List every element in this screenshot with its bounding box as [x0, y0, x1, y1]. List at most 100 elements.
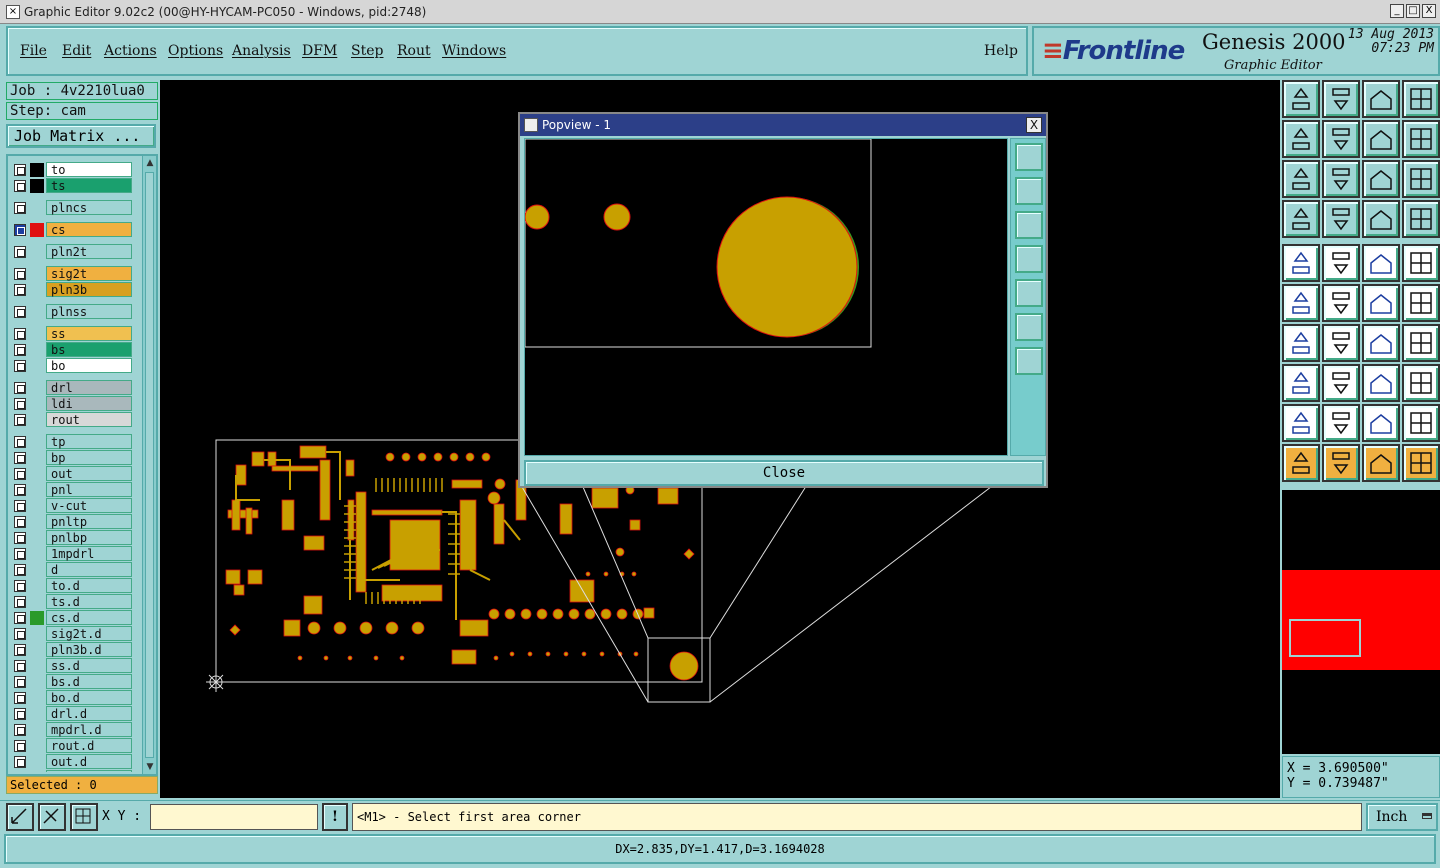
layer-name[interactable]: drl [46, 380, 132, 395]
layer-checkbox[interactable] [14, 306, 26, 318]
menu-help[interactable]: Help [984, 43, 1018, 59]
layer-color-swatch[interactable] [30, 179, 44, 193]
layer-color-swatch[interactable] [30, 675, 44, 689]
layer-color-swatch[interactable] [30, 611, 44, 625]
layer-color-swatch[interactable] [30, 327, 44, 341]
popview-pan-right-icon[interactable] [1015, 279, 1043, 307]
menu-windows[interactable]: Windows [442, 43, 506, 59]
move-down-icon[interactable] [1322, 80, 1360, 118]
layer-checkbox[interactable] [14, 660, 26, 672]
line-point-red-icon[interactable] [1402, 284, 1440, 322]
minus-icon[interactable] [1322, 364, 1360, 402]
layer-checkbox[interactable] [14, 500, 26, 512]
layer-name[interactable]: pln2t [46, 244, 132, 259]
layer-row[interactable]: sig2t [12, 266, 134, 281]
layer-name[interactable]: sig2t [46, 266, 132, 281]
ruler-icon[interactable] [1362, 244, 1400, 282]
scroll-up-arrow[interactable]: ▲ [144, 157, 156, 169]
layer-name[interactable]: ts [46, 178, 132, 193]
layer-checkbox[interactable] [14, 548, 26, 560]
layer-color-swatch[interactable] [30, 359, 44, 373]
layer-row[interactable]: ldi [12, 396, 134, 411]
layer-color-swatch[interactable] [30, 413, 44, 427]
menu-rout[interactable]: Rout [397, 43, 431, 59]
layer-color-swatch[interactable] [30, 691, 44, 705]
zoom-center-icon[interactable] [1322, 160, 1360, 198]
menu-analysis[interactable]: Analysis [232, 43, 291, 59]
layer-checkbox[interactable] [14, 724, 26, 736]
scale-1-2-icon[interactable] [1362, 160, 1400, 198]
layer-row[interactable]: bs [12, 342, 134, 357]
popview-pan-left-icon[interactable] [1015, 245, 1043, 273]
move-up-icon[interactable] [1282, 80, 1320, 118]
layer-checkbox[interactable] [14, 612, 26, 624]
layer-checkbox[interactable] [14, 246, 26, 258]
layer-checkbox[interactable] [14, 532, 26, 544]
layer-color-swatch[interactable] [30, 451, 44, 465]
layer-checkbox[interactable] [14, 436, 26, 448]
maximize-button[interactable]: □ [1406, 4, 1420, 18]
menu-options[interactable]: Options [168, 43, 223, 59]
layer-checkbox[interactable] [14, 692, 26, 704]
popview-titlebar[interactable]: Popview - 1 X [520, 114, 1046, 136]
layer-row[interactable]: ts.d [12, 594, 134, 609]
layer-row[interactable]: pnl [12, 482, 134, 497]
layer-checkbox[interactable] [14, 708, 26, 720]
layer-name[interactable]: mpdrl.d [46, 722, 132, 737]
move-right-icon[interactable] [1322, 120, 1360, 158]
zoom-fit-icon[interactable] [1282, 160, 1320, 198]
layer-scrollbar[interactable]: ▲ ▼ [142, 156, 156, 774]
minimize-button[interactable]: _ [1390, 4, 1404, 18]
layer-name[interactable]: sig2t.d [46, 626, 132, 641]
menu-edit[interactable]: Edit [62, 43, 91, 59]
layer-checkbox[interactable] [14, 756, 26, 768]
layer-row[interactable]: mpdrl.d [12, 722, 134, 737]
layer-checkbox[interactable] [14, 740, 26, 752]
layer-checkbox[interactable] [14, 596, 26, 608]
layer-checkbox[interactable] [14, 344, 26, 356]
layer-color-swatch[interactable] [30, 739, 44, 753]
layer-row[interactable]: ss [12, 326, 134, 341]
layer-name[interactable]: out [46, 466, 132, 481]
layer-color-swatch[interactable] [30, 305, 44, 319]
triangle-bar-icon[interactable] [1362, 404, 1400, 442]
pick-tool-icon[interactable] [1282, 200, 1320, 238]
popview-zoom-in-icon[interactable] [1015, 313, 1043, 341]
snap-icon[interactable] [38, 803, 66, 831]
layer-color-swatch[interactable] [30, 515, 44, 529]
cross-icon[interactable] [1322, 284, 1360, 322]
layer-row[interactable]: pnltp [12, 514, 134, 529]
select-arrow-icon[interactable] [1282, 444, 1320, 482]
symbol-icon[interactable] [1402, 324, 1440, 362]
layer-row[interactable]: pln3b.d [12, 642, 134, 657]
layer-color-swatch[interactable] [30, 267, 44, 281]
layer-checkbox[interactable] [14, 676, 26, 688]
layer-name[interactable]: to.d [46, 578, 132, 593]
layer-checkbox[interactable] [14, 414, 26, 426]
layer-color-swatch[interactable] [30, 643, 44, 657]
popview-canvas[interactable] [524, 138, 1008, 456]
layer-row[interactable]: rout.d [12, 738, 134, 753]
layer-color-swatch[interactable] [30, 755, 44, 769]
help-icon[interactable] [1402, 160, 1440, 198]
layer-checkbox[interactable] [14, 398, 26, 410]
arc-icon[interactable] [1362, 324, 1400, 362]
menu-dfm[interactable]: DFM [302, 43, 337, 59]
layer-checkbox[interactable] [14, 468, 26, 480]
layer-name[interactable]: tp [46, 434, 132, 449]
layer-row[interactable]: bo.d [12, 690, 134, 705]
layer-name[interactable]: pln3b [46, 282, 132, 297]
layer-color-swatch[interactable] [30, 563, 44, 577]
close-window-button[interactable]: X [1422, 4, 1436, 18]
layer-checkbox[interactable] [14, 382, 26, 394]
layer-checkbox[interactable] [14, 516, 26, 528]
layer-color-swatch[interactable] [30, 467, 44, 481]
layer-row[interactable]: cs [12, 222, 134, 237]
menu-step[interactable]: Step [351, 43, 383, 59]
grid-icon[interactable] [70, 803, 98, 831]
feature-move-icon[interactable] [1282, 364, 1320, 402]
layer-checkbox[interactable] [14, 452, 26, 464]
popview-pan-down-icon[interactable] [1015, 211, 1043, 239]
layer-name[interactable]: bo.d [46, 690, 132, 705]
layer-checkbox[interactable] [14, 202, 26, 214]
